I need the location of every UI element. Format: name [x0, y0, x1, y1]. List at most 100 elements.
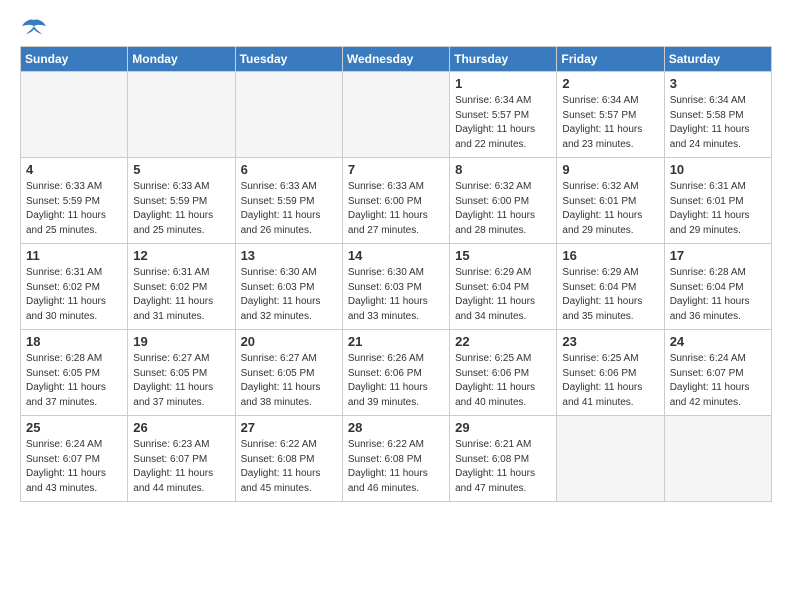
cell-info: Sunrise: 6:31 AM Sunset: 6:01 PM Dayligh… — [670, 180, 766, 238]
calendar-week-0: 1 Sunrise: 6:34 AM Sunset: 5:57 PM Daylig… — [21, 72, 772, 158]
header — [20, 16, 772, 38]
calendar-header-friday: Friday — [557, 47, 664, 72]
day-number: 21 — [348, 334, 444, 349]
cell-info: Sunrise: 6:31 AM Sunset: 6:02 PM Dayligh… — [133, 266, 229, 324]
calendar-cell: 1 Sunrise: 6:34 AM Sunset: 5:57 PM Daylig… — [450, 72, 557, 158]
cell-info: Sunrise: 6:22 AM Sunset: 6:08 PM Dayligh… — [241, 438, 337, 496]
calendar-header: SundayMondayTuesdayWednesdayThursdayFrid… — [21, 47, 772, 72]
cell-info: Sunrise: 6:26 AM Sunset: 6:06 PM Dayligh… — [348, 352, 444, 410]
cell-info: Sunrise: 6:33 AM Sunset: 5:59 PM Dayligh… — [241, 180, 337, 238]
calendar-cell: 10 Sunrise: 6:31 AM Sunset: 6:01 PM Dayli… — [664, 158, 771, 244]
calendar-header-saturday: Saturday — [664, 47, 771, 72]
day-number: 2 — [562, 76, 658, 91]
day-number: 9 — [562, 162, 658, 177]
day-number: 18 — [26, 334, 122, 349]
calendar-cell — [664, 416, 771, 502]
cell-info: Sunrise: 6:22 AM Sunset: 6:08 PM Dayligh… — [348, 438, 444, 496]
day-number: 19 — [133, 334, 229, 349]
calendar-cell: 8 Sunrise: 6:32 AM Sunset: 6:00 PM Daylig… — [450, 158, 557, 244]
cell-info: Sunrise: 6:25 AM Sunset: 6:06 PM Dayligh… — [562, 352, 658, 410]
cell-info: Sunrise: 6:32 AM Sunset: 6:01 PM Dayligh… — [562, 180, 658, 238]
calendar-cell: 21 Sunrise: 6:26 AM Sunset: 6:06 PM Dayli… — [342, 330, 449, 416]
cell-info: Sunrise: 6:27 AM Sunset: 6:05 PM Dayligh… — [133, 352, 229, 410]
calendar-cell: 16 Sunrise: 6:29 AM Sunset: 6:04 PM Dayli… — [557, 244, 664, 330]
bird-icon — [20, 16, 48, 38]
cell-info: Sunrise: 6:28 AM Sunset: 6:05 PM Dayligh… — [26, 352, 122, 410]
day-number: 25 — [26, 420, 122, 435]
day-number: 22 — [455, 334, 551, 349]
cell-info: Sunrise: 6:31 AM Sunset: 6:02 PM Dayligh… — [26, 266, 122, 324]
cell-info: Sunrise: 6:33 AM Sunset: 5:59 PM Dayligh… — [133, 180, 229, 238]
day-number: 7 — [348, 162, 444, 177]
day-number: 8 — [455, 162, 551, 177]
calendar-cell: 24Sunrise: 6:24 AM Sunset: 6:07 PM Dayli… — [664, 330, 771, 416]
cell-info: Sunrise: 6:29 AM Sunset: 6:04 PM Dayligh… — [562, 266, 658, 324]
calendar-header-sunday: Sunday — [21, 47, 128, 72]
day-number: 28 — [348, 420, 444, 435]
calendar-cell: 26 Sunrise: 6:23 AM Sunset: 6:07 PM Dayli… — [128, 416, 235, 502]
day-number: 5 — [133, 162, 229, 177]
cell-info: Sunrise: 6:34 AM Sunset: 5:57 PM Dayligh… — [455, 94, 551, 152]
calendar-cell — [342, 72, 449, 158]
cell-info: Sunrise: 6:24 AM Sunset: 6:07 PM Dayligh… — [670, 352, 766, 410]
calendar-cell: 7 Sunrise: 6:33 AM Sunset: 6:00 PM Daylig… — [342, 158, 449, 244]
cell-info: Sunrise: 6:34 AM Sunset: 5:57 PM Dayligh… — [562, 94, 658, 152]
calendar-cell: 29 Sunrise: 6:21 AM Sunset: 6:08 PM Dayli… — [450, 416, 557, 502]
calendar-cell: 20Sunrise: 6:27 AM Sunset: 6:05 PM Dayli… — [235, 330, 342, 416]
calendar-table: SundayMondayTuesdayWednesdayThursdayFrid… — [20, 46, 772, 502]
calendar-week-2: 11 Sunrise: 6:31 AM Sunset: 6:02 PM Dayli… — [21, 244, 772, 330]
cell-info: Sunrise: 6:21 AM Sunset: 6:08 PM Dayligh… — [455, 438, 551, 496]
cell-info: Sunrise: 6:25 AM Sunset: 6:06 PM Dayligh… — [455, 352, 551, 410]
calendar-cell — [235, 72, 342, 158]
calendar-cell: 27 Sunrise: 6:22 AM Sunset: 6:08 PM Dayli… — [235, 416, 342, 502]
cell-info: Sunrise: 6:27 AM Sunset: 6:05 PM Dayligh… — [241, 352, 337, 410]
calendar-week-4: 25 Sunrise: 6:24 AM Sunset: 6:07 PM Dayli… — [21, 416, 772, 502]
calendar-cell: 17 Sunrise: 6:28 AM Sunset: 6:04 PM Dayli… — [664, 244, 771, 330]
calendar-header-thursday: Thursday — [450, 47, 557, 72]
calendar-cell: 11 Sunrise: 6:31 AM Sunset: 6:02 PM Dayli… — [21, 244, 128, 330]
day-number: 15 — [455, 248, 551, 263]
calendar-cell: 12 Sunrise: 6:31 AM Sunset: 6:02 PM Dayli… — [128, 244, 235, 330]
calendar-cell: 23 Sunrise: 6:25 AM Sunset: 6:06 PM Dayli… — [557, 330, 664, 416]
cell-info: Sunrise: 6:29 AM Sunset: 6:04 PM Dayligh… — [455, 266, 551, 324]
calendar-header-wednesday: Wednesday — [342, 47, 449, 72]
cell-info: Sunrise: 6:24 AM Sunset: 6:07 PM Dayligh… — [26, 438, 122, 496]
calendar-cell: 6 Sunrise: 6:33 AM Sunset: 5:59 PM Daylig… — [235, 158, 342, 244]
calendar-cell: 2 Sunrise: 6:34 AM Sunset: 5:57 PM Daylig… — [557, 72, 664, 158]
calendar-cell: 22 Sunrise: 6:25 AM Sunset: 6:06 PM Dayli… — [450, 330, 557, 416]
calendar-cell: 4Sunrise: 6:33 AM Sunset: 5:59 PM Daylig… — [21, 158, 128, 244]
cell-info: Sunrise: 6:33 AM Sunset: 6:00 PM Dayligh… — [348, 180, 444, 238]
day-number: 12 — [133, 248, 229, 263]
cell-info: Sunrise: 6:32 AM Sunset: 6:00 PM Dayligh… — [455, 180, 551, 238]
calendar-cell: 18 Sunrise: 6:28 AM Sunset: 6:05 PM Dayli… — [21, 330, 128, 416]
calendar-cell: 9 Sunrise: 6:32 AM Sunset: 6:01 PM Daylig… — [557, 158, 664, 244]
day-number: 1 — [455, 76, 551, 91]
calendar-cell — [128, 72, 235, 158]
cell-info: Sunrise: 6:30 AM Sunset: 6:03 PM Dayligh… — [241, 266, 337, 324]
calendar-cell — [21, 72, 128, 158]
cell-info: Sunrise: 6:34 AM Sunset: 5:58 PM Dayligh… — [670, 94, 766, 152]
day-number: 3 — [670, 76, 766, 91]
day-number: 26 — [133, 420, 229, 435]
cell-info: Sunrise: 6:28 AM Sunset: 6:04 PM Dayligh… — [670, 266, 766, 324]
day-number: 10 — [670, 162, 766, 177]
cell-info: Sunrise: 6:23 AM Sunset: 6:07 PM Dayligh… — [133, 438, 229, 496]
day-number: 27 — [241, 420, 337, 435]
calendar-cell: 19 Sunrise: 6:27 AM Sunset: 6:05 PM Dayli… — [128, 330, 235, 416]
logo — [20, 16, 52, 38]
cell-info: Sunrise: 6:33 AM Sunset: 5:59 PM Dayligh… — [26, 180, 122, 238]
day-number: 6 — [241, 162, 337, 177]
day-number: 16 — [562, 248, 658, 263]
day-number: 14 — [348, 248, 444, 263]
cell-info: Sunrise: 6:30 AM Sunset: 6:03 PM Dayligh… — [348, 266, 444, 324]
day-number: 29 — [455, 420, 551, 435]
calendar-cell: 14 Sunrise: 6:30 AM Sunset: 6:03 PM Dayli… — [342, 244, 449, 330]
calendar-cell: 5 Sunrise: 6:33 AM Sunset: 5:59 PM Daylig… — [128, 158, 235, 244]
day-number: 23 — [562, 334, 658, 349]
calendar-body: 1 Sunrise: 6:34 AM Sunset: 5:57 PM Daylig… — [21, 72, 772, 502]
day-number: 17 — [670, 248, 766, 263]
calendar-cell: 25 Sunrise: 6:24 AM Sunset: 6:07 PM Dayli… — [21, 416, 128, 502]
day-number: 11 — [26, 248, 122, 263]
calendar-cell: 28 Sunrise: 6:22 AM Sunset: 6:08 PM Dayli… — [342, 416, 449, 502]
calendar-header-monday: Monday — [128, 47, 235, 72]
